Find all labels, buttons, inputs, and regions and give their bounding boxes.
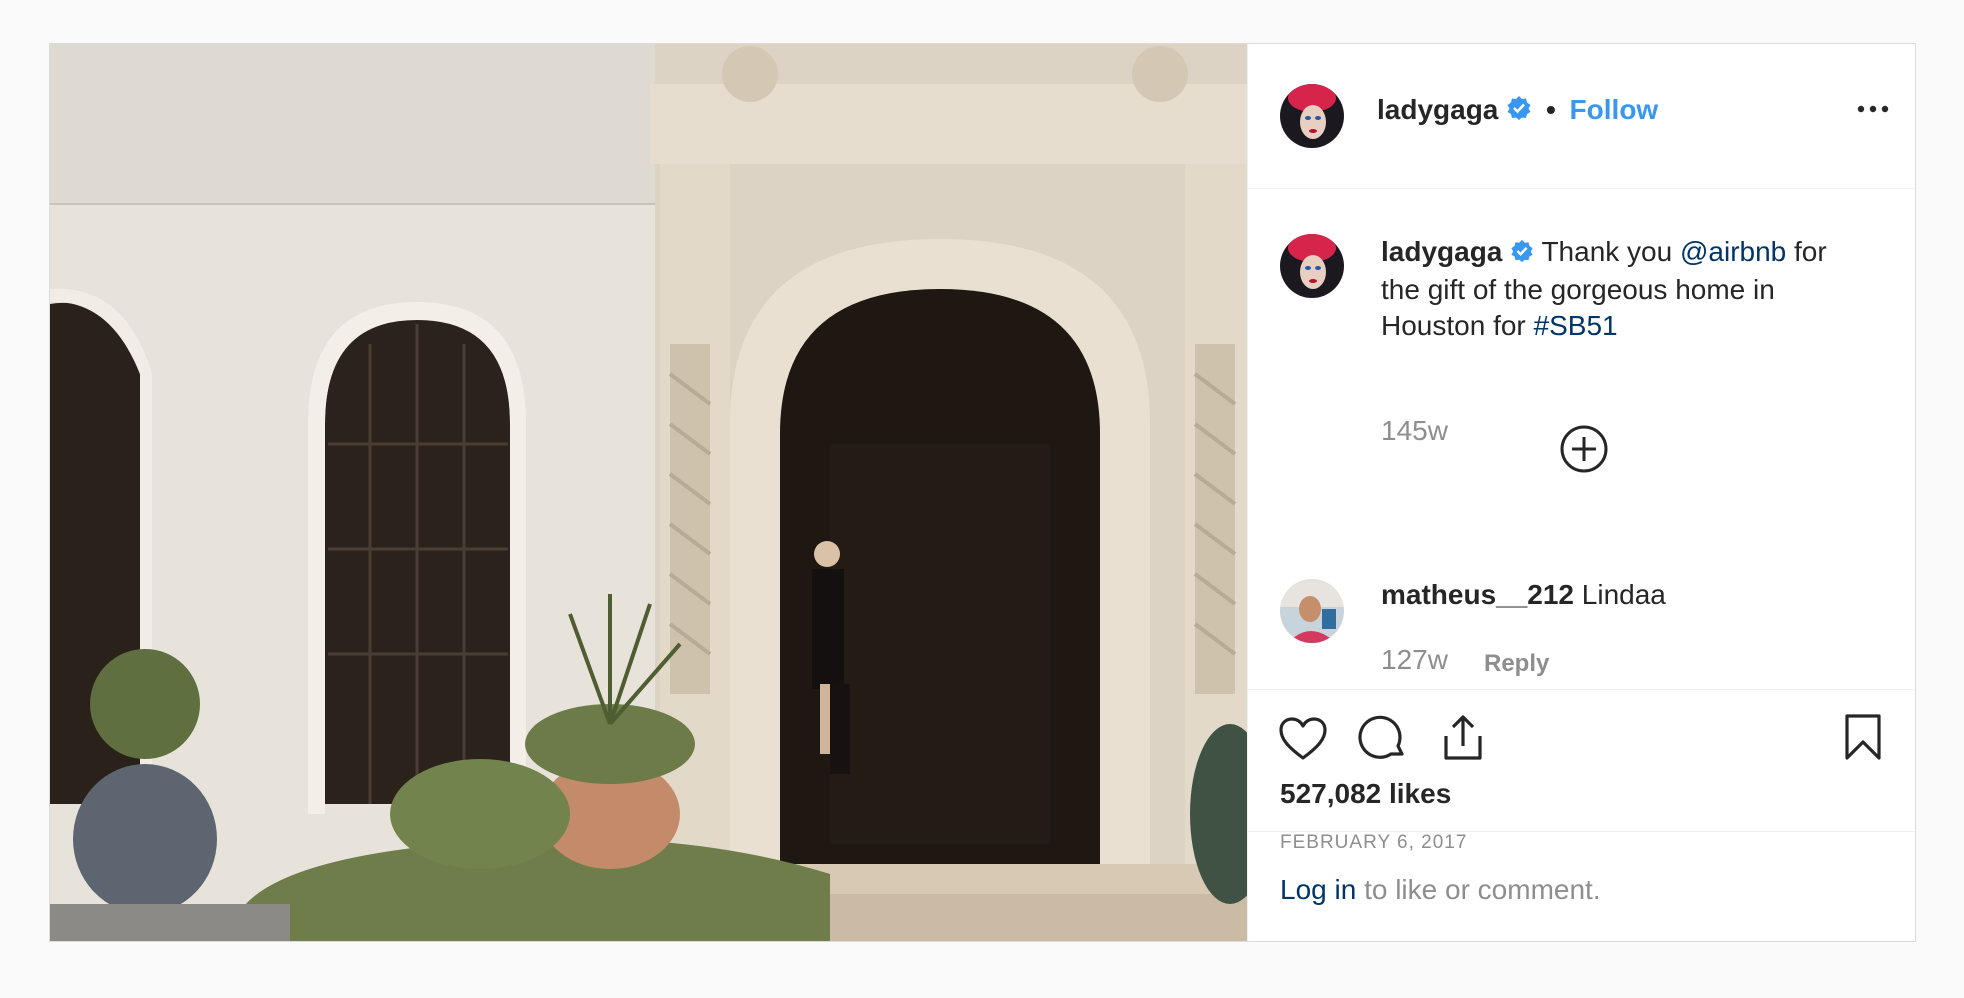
commenter-avatar[interactable] <box>1280 579 1344 643</box>
profile-picture <box>1280 234 1344 298</box>
hashtag-link[interactable]: #SB51 <box>1534 310 1618 341</box>
comment-text: Lindaa <box>1581 579 1666 610</box>
instagram-post: ladygaga • Follow ladygaga Thank you @ai… <box>49 43 1916 942</box>
header-separator: • <box>1545 94 1556 125</box>
post-header: ladygaga • Follow <box>1248 44 1915 189</box>
caption-username[interactable]: ladygaga <box>1381 236 1502 267</box>
post-side-panel: ladygaga • Follow ladygaga Thank you @ai… <box>1247 44 1915 941</box>
comment-username[interactable]: matheus__212 <box>1381 579 1574 610</box>
plus-circle-icon[interactable] <box>1559 424 1609 474</box>
post-caption: ladygaga Thank you @airbnb for the gift … <box>1381 234 1861 344</box>
follow-button[interactable]: Follow <box>1570 94 1659 125</box>
heart-icon[interactable] <box>1278 714 1328 764</box>
post-photo[interactable] <box>50 44 1247 941</box>
avatar[interactable] <box>1280 84 1344 148</box>
bookmark-icon[interactable] <box>1838 712 1888 762</box>
share-icon[interactable] <box>1438 712 1488 762</box>
login-link[interactable]: Log in <box>1280 874 1356 905</box>
login-prompt: Log in to like or comment. <box>1248 831 1915 941</box>
caption-timestamp[interactable]: 145w <box>1381 415 1448 447</box>
more-options-icon[interactable] <box>1857 102 1889 116</box>
profile-picture <box>1280 84 1344 148</box>
header-username[interactable]: ladygaga <box>1377 94 1498 125</box>
comment-icon[interactable] <box>1358 714 1408 764</box>
house-photo-illustration <box>50 44 1247 941</box>
login-line: Log in to like or comment. <box>1280 874 1601 906</box>
comment-timestamp[interactable]: 127w <box>1381 644 1448 676</box>
comments-section: ladygaga Thank you @airbnb for the gift … <box>1248 189 1915 689</box>
verified-badge-icon <box>1506 95 1532 128</box>
reply-button[interactable]: Reply <box>1484 650 1549 678</box>
verified-badge-icon <box>1510 236 1534 272</box>
caption-avatar[interactable] <box>1280 234 1344 298</box>
commenter-picture <box>1280 579 1344 643</box>
comment-line: matheus__212 Lindaa <box>1381 579 1666 611</box>
mention-link[interactable]: @airbnb <box>1680 236 1786 267</box>
login-text: to like or comment. <box>1356 874 1601 905</box>
likes-count[interactable]: 527,082 likes <box>1280 778 1451 810</box>
caption-text-before: Thank you <box>1541 236 1680 267</box>
header-line: ladygaga • Follow <box>1377 94 1658 128</box>
